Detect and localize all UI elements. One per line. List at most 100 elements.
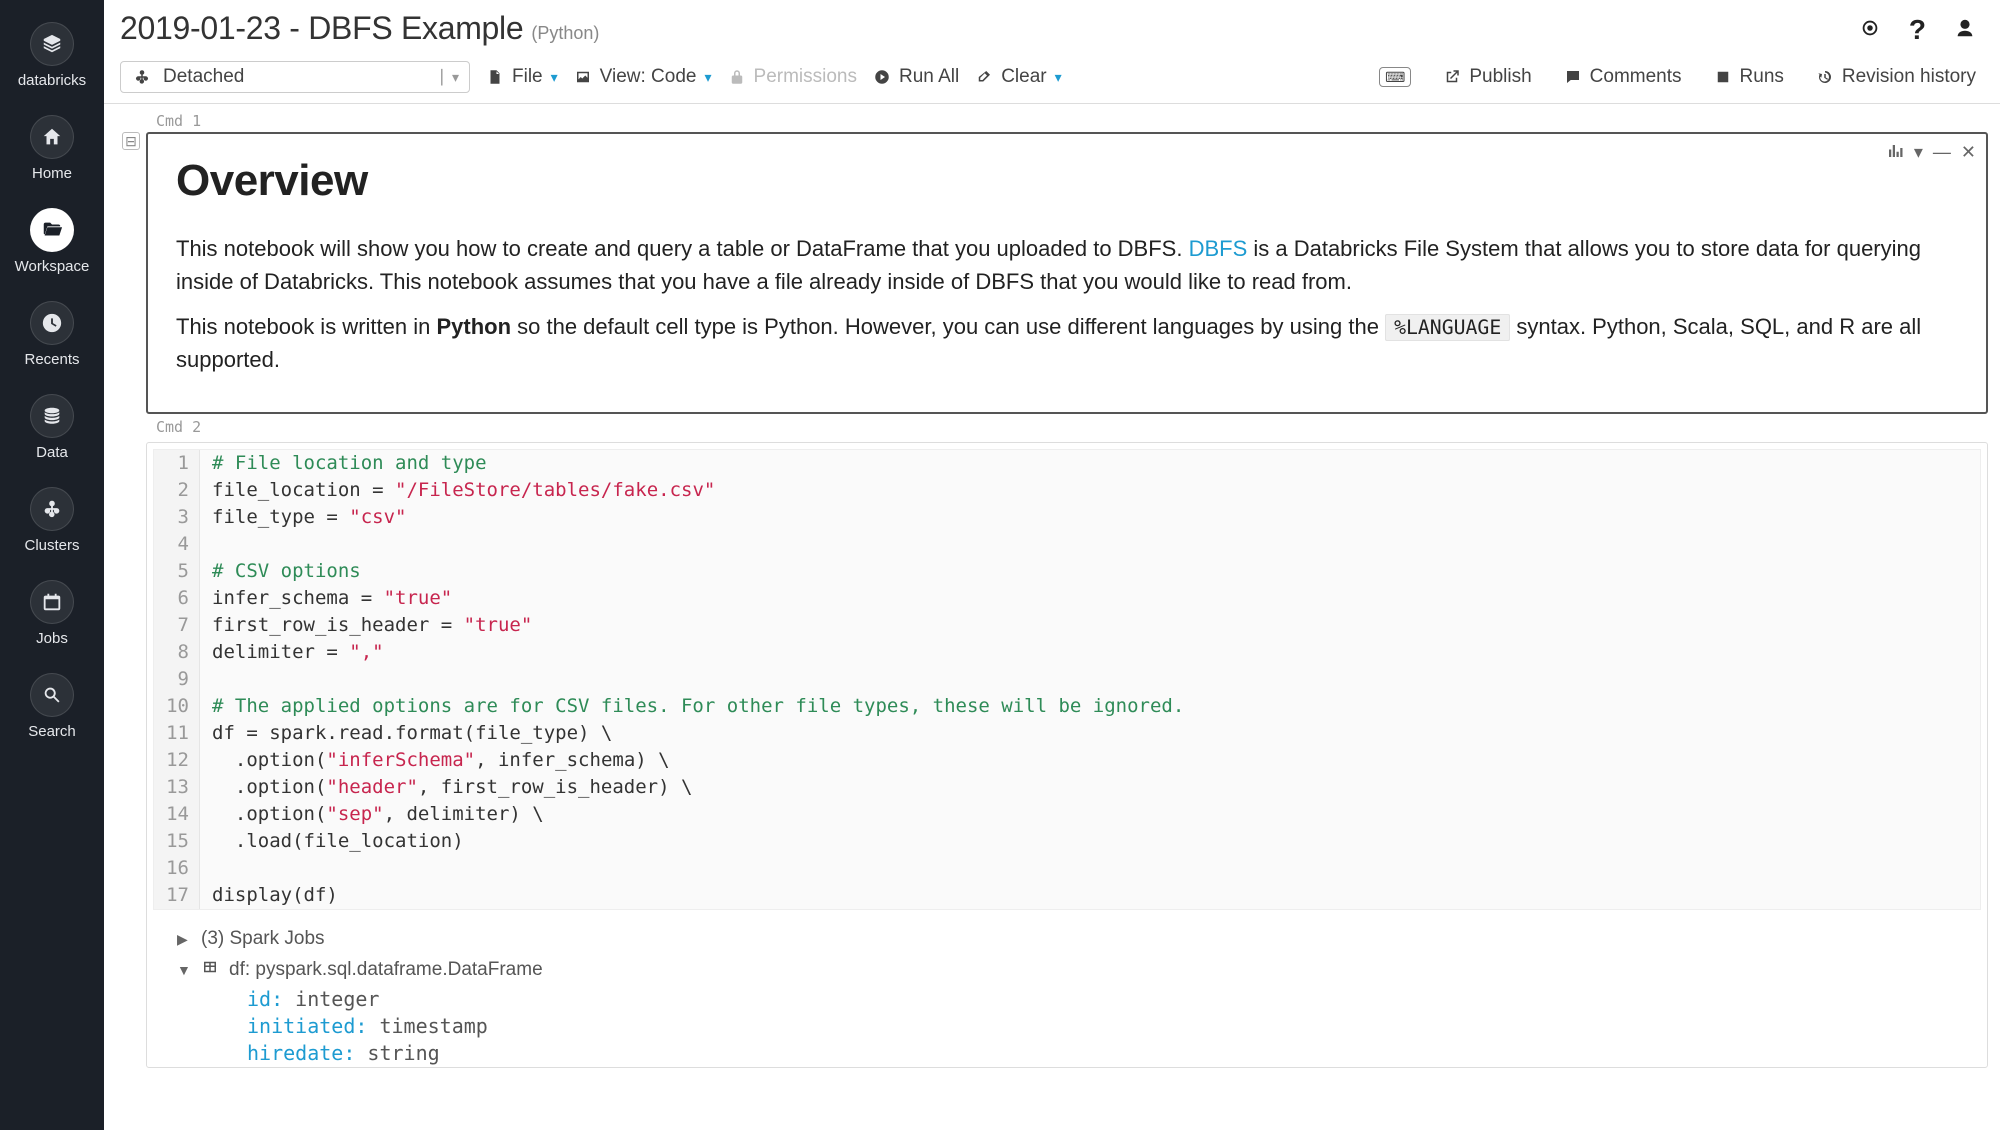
sidebar-item-home[interactable]: Home — [0, 101, 104, 194]
code-cell[interactable]: 1# File location and type2file_location … — [146, 442, 1988, 1068]
sidebar-item-data[interactable]: Data — [0, 380, 104, 473]
cell-label: Cmd 1 — [156, 112, 1988, 130]
code-line[interactable]: 5# CSV options — [154, 558, 1980, 585]
code-content: .option("inferSchema", infer_schema) \ — [200, 747, 670, 774]
main: 2019-01-23 - DBFS Example (Python) ? Det… — [104, 0, 2000, 1130]
line-number: 2 — [154, 477, 200, 504]
sidebar-item-workspace[interactable]: Workspace — [0, 194, 104, 287]
sidebar-item-jobs[interactable]: Jobs — [0, 566, 104, 659]
overview-p1: This notebook will show you how to creat… — [176, 232, 1958, 298]
sidebar-item-search[interactable]: Search — [0, 659, 104, 752]
code-content — [200, 855, 212, 882]
history-icon — [1816, 68, 1834, 86]
file-icon — [486, 68, 504, 86]
clear-menu[interactable]: Clear ▾ — [975, 66, 1061, 88]
line-number: 16 — [154, 855, 200, 882]
cell-controls: ▾ — ✕ — [1886, 142, 1976, 165]
code-line[interactable]: 14 .option("sep", delimiter) \ — [154, 801, 1980, 828]
sidebar-item-label: Workspace — [15, 258, 90, 275]
caret-down-icon: ▾ — [704, 69, 711, 86]
code-content: first_row_is_header = "true" — [200, 612, 532, 639]
collapse-toggle[interactable]: ⊟ — [122, 132, 140, 150]
code-line[interactable]: 8delimiter = "," — [154, 639, 1980, 666]
line-number: 7 — [154, 612, 200, 639]
notebook-title[interactable]: 2019-01-23 - DBFS Example — [120, 10, 523, 47]
revision-button[interactable]: Revision history — [1816, 66, 1976, 88]
notebook-language: (Python) — [531, 23, 599, 44]
code-line[interactable]: 7first_row_is_header = "true" — [154, 612, 1980, 639]
code-content: delimiter = "," — [200, 639, 384, 666]
search-icon — [30, 673, 74, 717]
chevron-down-icon: ▏▾ — [441, 69, 459, 86]
line-number: 14 — [154, 801, 200, 828]
runs-button[interactable]: Runs — [1714, 66, 1784, 88]
folder-open-icon — [30, 208, 74, 252]
sidebar-brand[interactable]: databricks — [0, 8, 104, 101]
sidebar-item-label: Home — [32, 165, 72, 182]
code-line[interactable]: 15 .load(file_location) — [154, 828, 1980, 855]
spark-jobs-toggle[interactable]: ▶ (3) Spark Jobs — [177, 924, 1967, 954]
line-number: 5 — [154, 558, 200, 585]
code-content: df = spark.read.format(file_type) \ — [200, 720, 612, 747]
schema-field: initiated: timestamp — [247, 1013, 1967, 1040]
line-number: 17 — [154, 882, 200, 909]
comments-button[interactable]: Comments — [1564, 66, 1682, 88]
line-number: 9 — [154, 666, 200, 693]
cluster-icon — [30, 487, 74, 531]
code-line[interactable]: 13 .option("header", first_row_is_header… — [154, 774, 1980, 801]
code-line[interactable]: 3file_type = "csv" — [154, 504, 1980, 531]
target-icon[interactable] — [1859, 14, 1881, 46]
code-line[interactable]: 6infer_schema = "true" — [154, 585, 1980, 612]
code-line[interactable]: 10# The applied options are for CSV file… — [154, 693, 1980, 720]
code-line[interactable]: 16 — [154, 855, 1980, 882]
code-line[interactable]: 1# File location and type — [154, 450, 1980, 477]
databricks-logo-icon — [30, 22, 74, 66]
markdown-cell[interactable]: ⊟ ▾ — ✕ Overview This notebook will show… — [146, 132, 1988, 414]
line-number: 13 — [154, 774, 200, 801]
runall-button[interactable]: Run All — [873, 66, 959, 88]
keyboard-icon[interactable]: ⌨ — [1379, 67, 1411, 87]
cell-output: ▶ (3) Spark Jobs ▼ df: pyspark.sql.dataf… — [147, 916, 1987, 1067]
file-menu[interactable]: File ▾ — [486, 66, 558, 88]
share-icon — [1443, 68, 1461, 86]
cluster-select[interactable]: Detached ▏▾ — [120, 61, 470, 93]
sidebar-item-recents[interactable]: Recents — [0, 287, 104, 380]
line-number: 10 — [154, 693, 200, 720]
chevron-down-icon[interactable]: ▾ — [1914, 142, 1923, 165]
view-menu[interactable]: View: Code ▾ — [574, 66, 712, 88]
line-number: 3 — [154, 504, 200, 531]
sidebar: databricks Home Workspace Recents Data C… — [0, 0, 104, 1130]
code-line[interactable]: 12 .option("inferSchema", infer_schema) … — [154, 747, 1980, 774]
code-editor[interactable]: 1# File location and type2file_location … — [153, 449, 1981, 910]
sidebar-item-label: Data — [36, 444, 68, 461]
cluster-select-icon — [133, 68, 151, 86]
code-content: infer_schema = "true" — [200, 585, 452, 612]
clock-icon — [30, 301, 74, 345]
code-line[interactable]: 9 — [154, 666, 1980, 693]
minimize-icon[interactable]: — — [1933, 142, 1951, 165]
code-line[interactable]: 4 — [154, 531, 1980, 558]
overview-heading: Overview — [176, 148, 1958, 214]
line-number: 15 — [154, 828, 200, 855]
code-line[interactable]: 2file_location = "/FileStore/tables/fake… — [154, 477, 1980, 504]
schema-field: id: integer — [247, 986, 1967, 1013]
permissions-button[interactable]: Permissions — [728, 66, 857, 88]
code-content: display(df) — [200, 882, 338, 909]
toolbar: Detached ▏▾ File ▾ View: Code ▾ Permissi… — [104, 55, 2000, 104]
line-number: 4 — [154, 531, 200, 558]
cell-label: Cmd 2 — [156, 418, 1988, 436]
help-icon[interactable]: ? — [1909, 14, 1926, 46]
dbfs-link[interactable]: DBFS — [1189, 236, 1248, 261]
user-icon[interactable] — [1954, 14, 1976, 46]
code-content — [200, 531, 212, 558]
dataframe-schema-toggle[interactable]: ▼ df: pyspark.sql.dataframe.DataFrame — [177, 954, 1967, 986]
comment-icon — [1564, 68, 1582, 86]
publish-button[interactable]: Publish — [1443, 66, 1531, 88]
line-number: 11 — [154, 720, 200, 747]
code-line[interactable]: 11df = spark.read.format(file_type) \ — [154, 720, 1980, 747]
close-icon[interactable]: ✕ — [1961, 142, 1976, 165]
code-line[interactable]: 17display(df) — [154, 882, 1980, 909]
chart-icon[interactable] — [1886, 142, 1904, 165]
table-icon — [201, 958, 219, 982]
sidebar-item-clusters[interactable]: Clusters — [0, 473, 104, 566]
